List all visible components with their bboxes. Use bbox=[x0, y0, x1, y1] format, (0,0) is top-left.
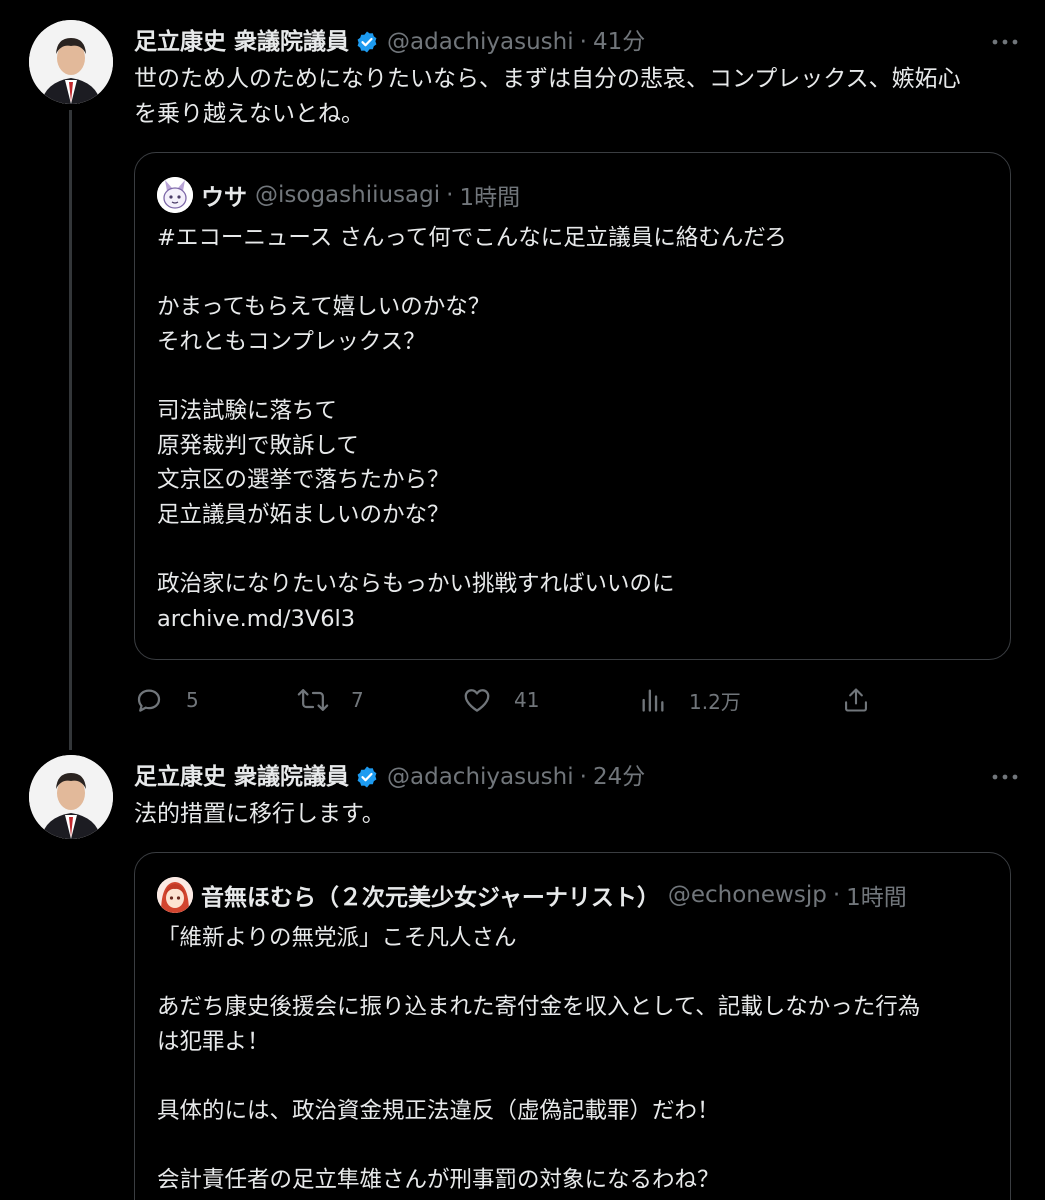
separator: · bbox=[579, 29, 587, 55]
quoted-author-handle: @echonewsjp bbox=[667, 882, 827, 908]
author-name[interactable]: 足立康史 衆議院議員 bbox=[134, 24, 349, 60]
quoted-tweet-text: 「維新よりの無党派」こそ凡人さん あだち康史後援会に振り込まれた寄付金を収入とし… bbox=[157, 925, 921, 1194]
quoted-tweet-text: #エコーニュース さんって何でこんなに足立議員に絡むんだろ かまってもらえて嬉し… bbox=[157, 225, 787, 632]
avatar[interactable] bbox=[29, 20, 113, 104]
quoted-tweet[interactable]: ウサ @isogashiiusagi · 1時間 #エコーニュース さんって何で… bbox=[134, 152, 1011, 660]
like-count: 41 bbox=[514, 688, 540, 712]
tweet-text: 法的措置に移行します。 bbox=[134, 801, 385, 827]
share-icon bbox=[845, 688, 867, 712]
quoted-timestamp: 1時間 bbox=[459, 185, 521, 211]
timestamp[interactable]: 41分 bbox=[593, 24, 645, 60]
tweet-header: 足立康史 衆議院議員 @adachiyasushi · 41分 bbox=[134, 24, 645, 60]
quoted-author-name: 音無ほむら（２次元美少女ジャーナリスト） bbox=[201, 885, 660, 911]
avatar bbox=[157, 177, 193, 213]
retweet-count: 7 bbox=[351, 688, 364, 712]
tweet-header: 足立康史 衆議院議員 @adachiyasushi · 24分 bbox=[134, 759, 645, 795]
reply-count: 5 bbox=[186, 688, 199, 712]
timestamp[interactable]: 24分 bbox=[593, 759, 645, 795]
retweet-button[interactable]: 7 bbox=[297, 685, 364, 715]
like-icon bbox=[464, 689, 490, 712]
quoted-tweet-header: ウサ @isogashiiusagi · 1時間 bbox=[157, 177, 520, 213]
quoted-tweet[interactable]: 音無ほむら（２次元美少女ジャーナリスト） @echonewsjp · 1時間 「… bbox=[134, 852, 1011, 1200]
author-name[interactable]: 足立康史 衆議院議員 bbox=[134, 759, 349, 795]
author-handle[interactable]: @adachiyasushi bbox=[387, 759, 574, 795]
separator: · bbox=[579, 764, 587, 790]
quoted-author-handle: @isogashiiusagi bbox=[255, 182, 441, 208]
timeline: 足立康史 衆議院議員 @adachiyasushi · 41分 世のため人のため… bbox=[0, 0, 1045, 1200]
separator: · bbox=[832, 882, 841, 908]
quoted-author-name: ウサ bbox=[201, 185, 247, 211]
verified-badge-icon bbox=[355, 765, 379, 789]
quoted-tweet-header: 音無ほむら（２次元美少女ジャーナリスト） @echonewsjp · 1時間 bbox=[157, 877, 907, 913]
retweet-icon bbox=[297, 689, 329, 711]
like-button[interactable]: 41 bbox=[462, 685, 539, 715]
views-count: 1.2万 bbox=[689, 689, 741, 714]
views-icon bbox=[642, 689, 664, 712]
avatar[interactable] bbox=[29, 755, 113, 839]
tweet-text: 世のため人のためになりたいなら、まずは自分の悲哀、コンプレックス、嫉妬心 を乗り… bbox=[134, 66, 961, 127]
share-button[interactable] bbox=[842, 685, 870, 715]
thread-connector bbox=[69, 110, 72, 750]
avatar bbox=[157, 877, 193, 913]
more-icon[interactable] bbox=[985, 28, 1025, 56]
views-button[interactable]: 1.2万 bbox=[639, 685, 741, 715]
tweet-actions: 5 7 41 1.2万 bbox=[134, 682, 874, 718]
more-icon[interactable] bbox=[985, 763, 1025, 791]
author-handle[interactable]: @adachiyasushi bbox=[387, 24, 574, 60]
verified-badge-icon bbox=[355, 30, 379, 54]
separator: · bbox=[446, 182, 454, 208]
quoted-timestamp: 1時間 bbox=[846, 885, 907, 911]
reply-icon bbox=[137, 689, 161, 712]
reply-button[interactable]: 5 bbox=[134, 685, 199, 715]
